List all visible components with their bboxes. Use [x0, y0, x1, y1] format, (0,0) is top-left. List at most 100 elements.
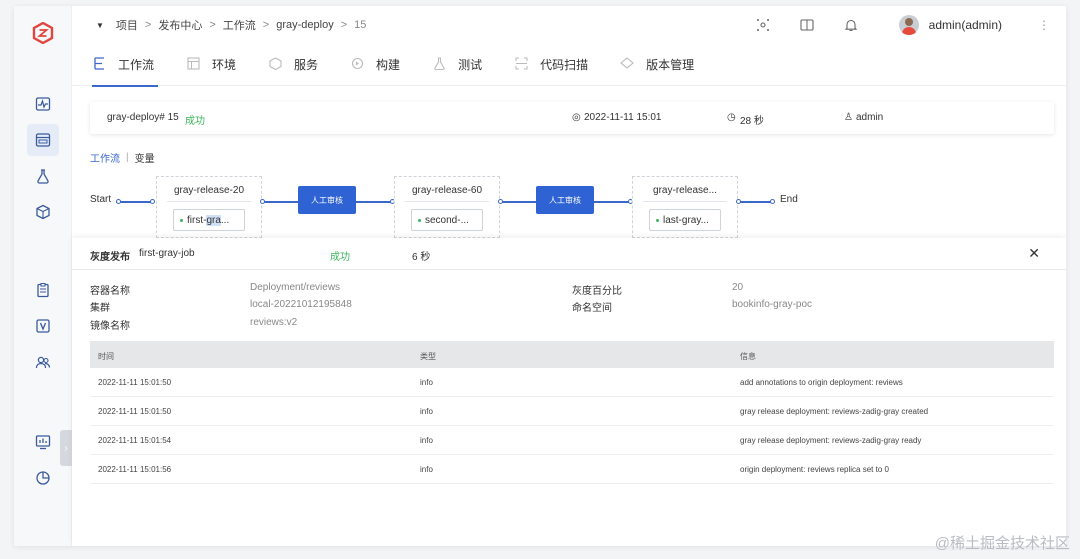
clock-time-icon: ◎ [572, 112, 581, 123]
field-label: 命名空间 [572, 303, 612, 314]
scan-icon [514, 56, 528, 73]
breadcrumb-item[interactable]: 工作流 [223, 17, 256, 33]
field-container: 容器名称 [90, 282, 130, 297]
topbar-actions: admin(admin) ⋮ [727, 6, 1066, 44]
tab-environment[interactable]: 环境 [186, 44, 236, 86]
user-icon: ♙ [844, 112, 853, 123]
cell-type: info [420, 465, 433, 474]
users-icon[interactable] [33, 352, 53, 372]
tab-label: 环境 [212, 58, 237, 72]
tab-label: 服务 [294, 58, 319, 72]
flow-connector-dot [260, 199, 265, 204]
caret-down-icon[interactable]: ▼ [96, 21, 104, 30]
tab-version[interactable]: 版本管理 [620, 44, 694, 86]
flow-connector-dot [770, 199, 775, 204]
stage-title: gray-release... [633, 185, 737, 202]
table-row: 2022-11-11 15:01:54 info gray release de… [90, 426, 1054, 455]
logo-icon[interactable] [32, 21, 54, 45]
version-book-icon[interactable] [33, 316, 53, 336]
tab-service[interactable]: 服务 [268, 44, 318, 86]
success-dot [180, 218, 183, 222]
version-icon [620, 57, 634, 72]
flask-icon[interactable] [33, 166, 53, 186]
plugin-icon[interactable] [755, 17, 771, 33]
approval-node[interactable]: 人工审核 [298, 186, 356, 214]
more-icon[interactable]: ⋮ [1038, 18, 1050, 32]
task-status: 成功 [185, 116, 205, 127]
cell-type: info [420, 436, 433, 445]
sidebar-collapse-handle[interactable]: › [60, 430, 72, 466]
task-summary: gray-deploy# 15 成功 ◎ 2022-11-11 15:01 ◷ … [90, 102, 1054, 134]
flow-connector [262, 201, 298, 203]
tab-code-scan[interactable]: 代码扫描 [514, 44, 588, 86]
flow-connector [116, 201, 154, 203]
bell-icon[interactable] [843, 17, 859, 33]
field-value: bookinfo-gray-poc [732, 299, 813, 310]
stage-card[interactable]: gray-release... last-gray... [632, 176, 738, 238]
breadcrumb-item[interactable]: 项目 [116, 17, 138, 33]
approval-node[interactable]: 人工审核 [536, 186, 594, 214]
close-icon[interactable]: ✕ [1028, 245, 1040, 262]
cell-time: 2022-11-11 15:01:50 [98, 378, 172, 387]
cell-time: 2022-11-11 15:01:56 [98, 465, 172, 474]
stage-title: gray-release-20 [157, 185, 261, 202]
field-value-wrap: local-20221012195848 [250, 299, 352, 310]
docs-icon[interactable] [799, 17, 815, 33]
column-header: 时间 [98, 352, 114, 361]
job-chip[interactable]: first-gra... [173, 209, 245, 231]
watermark: @稀土掘金技术社区 [934, 535, 1070, 552]
pie-chart-icon[interactable] [33, 468, 53, 488]
tab-label: 代码扫描 [540, 58, 589, 72]
job-chip[interactable]: second-... [411, 209, 483, 231]
cell-type: info [420, 407, 433, 416]
flow-connector [738, 201, 774, 203]
job-chip[interactable]: last-gray... [649, 209, 721, 231]
sidebar: › [14, 6, 72, 546]
stage-card[interactable]: gray-release-60 second-... [394, 176, 500, 238]
task-user: admin [856, 112, 884, 123]
avatar[interactable] [898, 15, 919, 35]
service-icon [268, 56, 282, 73]
environment-icon [186, 56, 200, 73]
breadcrumb-item[interactable]: 发布中心 [158, 17, 202, 33]
field-image: 镜像名称 [90, 317, 130, 332]
cell-message: origin deployment: reviews replica set t… [740, 465, 889, 474]
workflow-pipeline: Start gray-release-20 first-gra... 人工审核 … [72, 170, 1052, 238]
flow-connector-dot [150, 199, 155, 204]
tab-test[interactable]: 测试 [432, 44, 482, 86]
job-name: second-... [425, 214, 469, 226]
success-dot [656, 218, 659, 222]
table-row: 2022-11-11 15:01:56 info origin deployme… [90, 455, 1054, 484]
field-value: Deployment/reviews [250, 282, 341, 293]
tab-label: 测试 [458, 58, 483, 72]
tab-build[interactable]: 构建 [350, 44, 400, 86]
field-value-wrap: bookinfo-gray-poc [732, 299, 812, 310]
pulse-icon[interactable] [33, 94, 53, 114]
panel-duration: 6 秒 [412, 252, 431, 263]
workflow-icon [92, 56, 106, 73]
subtab-workflow[interactable]: 工作流 [90, 150, 120, 165]
tab-workflow[interactable]: 工作流 [92, 44, 159, 87]
release-center-icon[interactable] [27, 124, 59, 156]
cell-type: info [420, 378, 433, 387]
subtab-variables[interactable]: 变量 [135, 150, 155, 165]
breadcrumb-item[interactable]: gray-deploy [276, 19, 333, 31]
cube-icon[interactable] [33, 202, 53, 222]
user-name[interactable]: admin(admin) [929, 18, 1002, 32]
cell-message: gray release deployment: reviews-zadig-g… [740, 407, 929, 416]
field-value-wrap: 20 [732, 282, 743, 293]
field-value: 20 [732, 282, 744, 293]
panel-title: 灰度发布 [90, 252, 130, 263]
stage-card[interactable]: gray-release-20 first-gra... [156, 176, 262, 238]
breadcrumb-separator: > [340, 19, 348, 31]
column-header: 信息 [740, 352, 756, 361]
clipboard-icon[interactable] [33, 280, 53, 300]
dashboard-icon[interactable] [33, 432, 53, 452]
app-window: › ▼ 项目 > 发布中心 > 工作流 > gray-deploy > 15 a… [14, 6, 1066, 546]
panel-status: 成功 [330, 252, 350, 263]
breadcrumb: ▼ 项目 > 发布中心 > 工作流 > gray-deploy > 15 adm… [72, 6, 1066, 44]
test-icon [432, 56, 446, 73]
flow-end: End [780, 194, 798, 205]
job-detail-panel: 灰度发布 first-gray-job 成功 6 秒 ✕ 容器名称 Deploy… [72, 238, 1066, 546]
flow-connector [356, 201, 394, 203]
